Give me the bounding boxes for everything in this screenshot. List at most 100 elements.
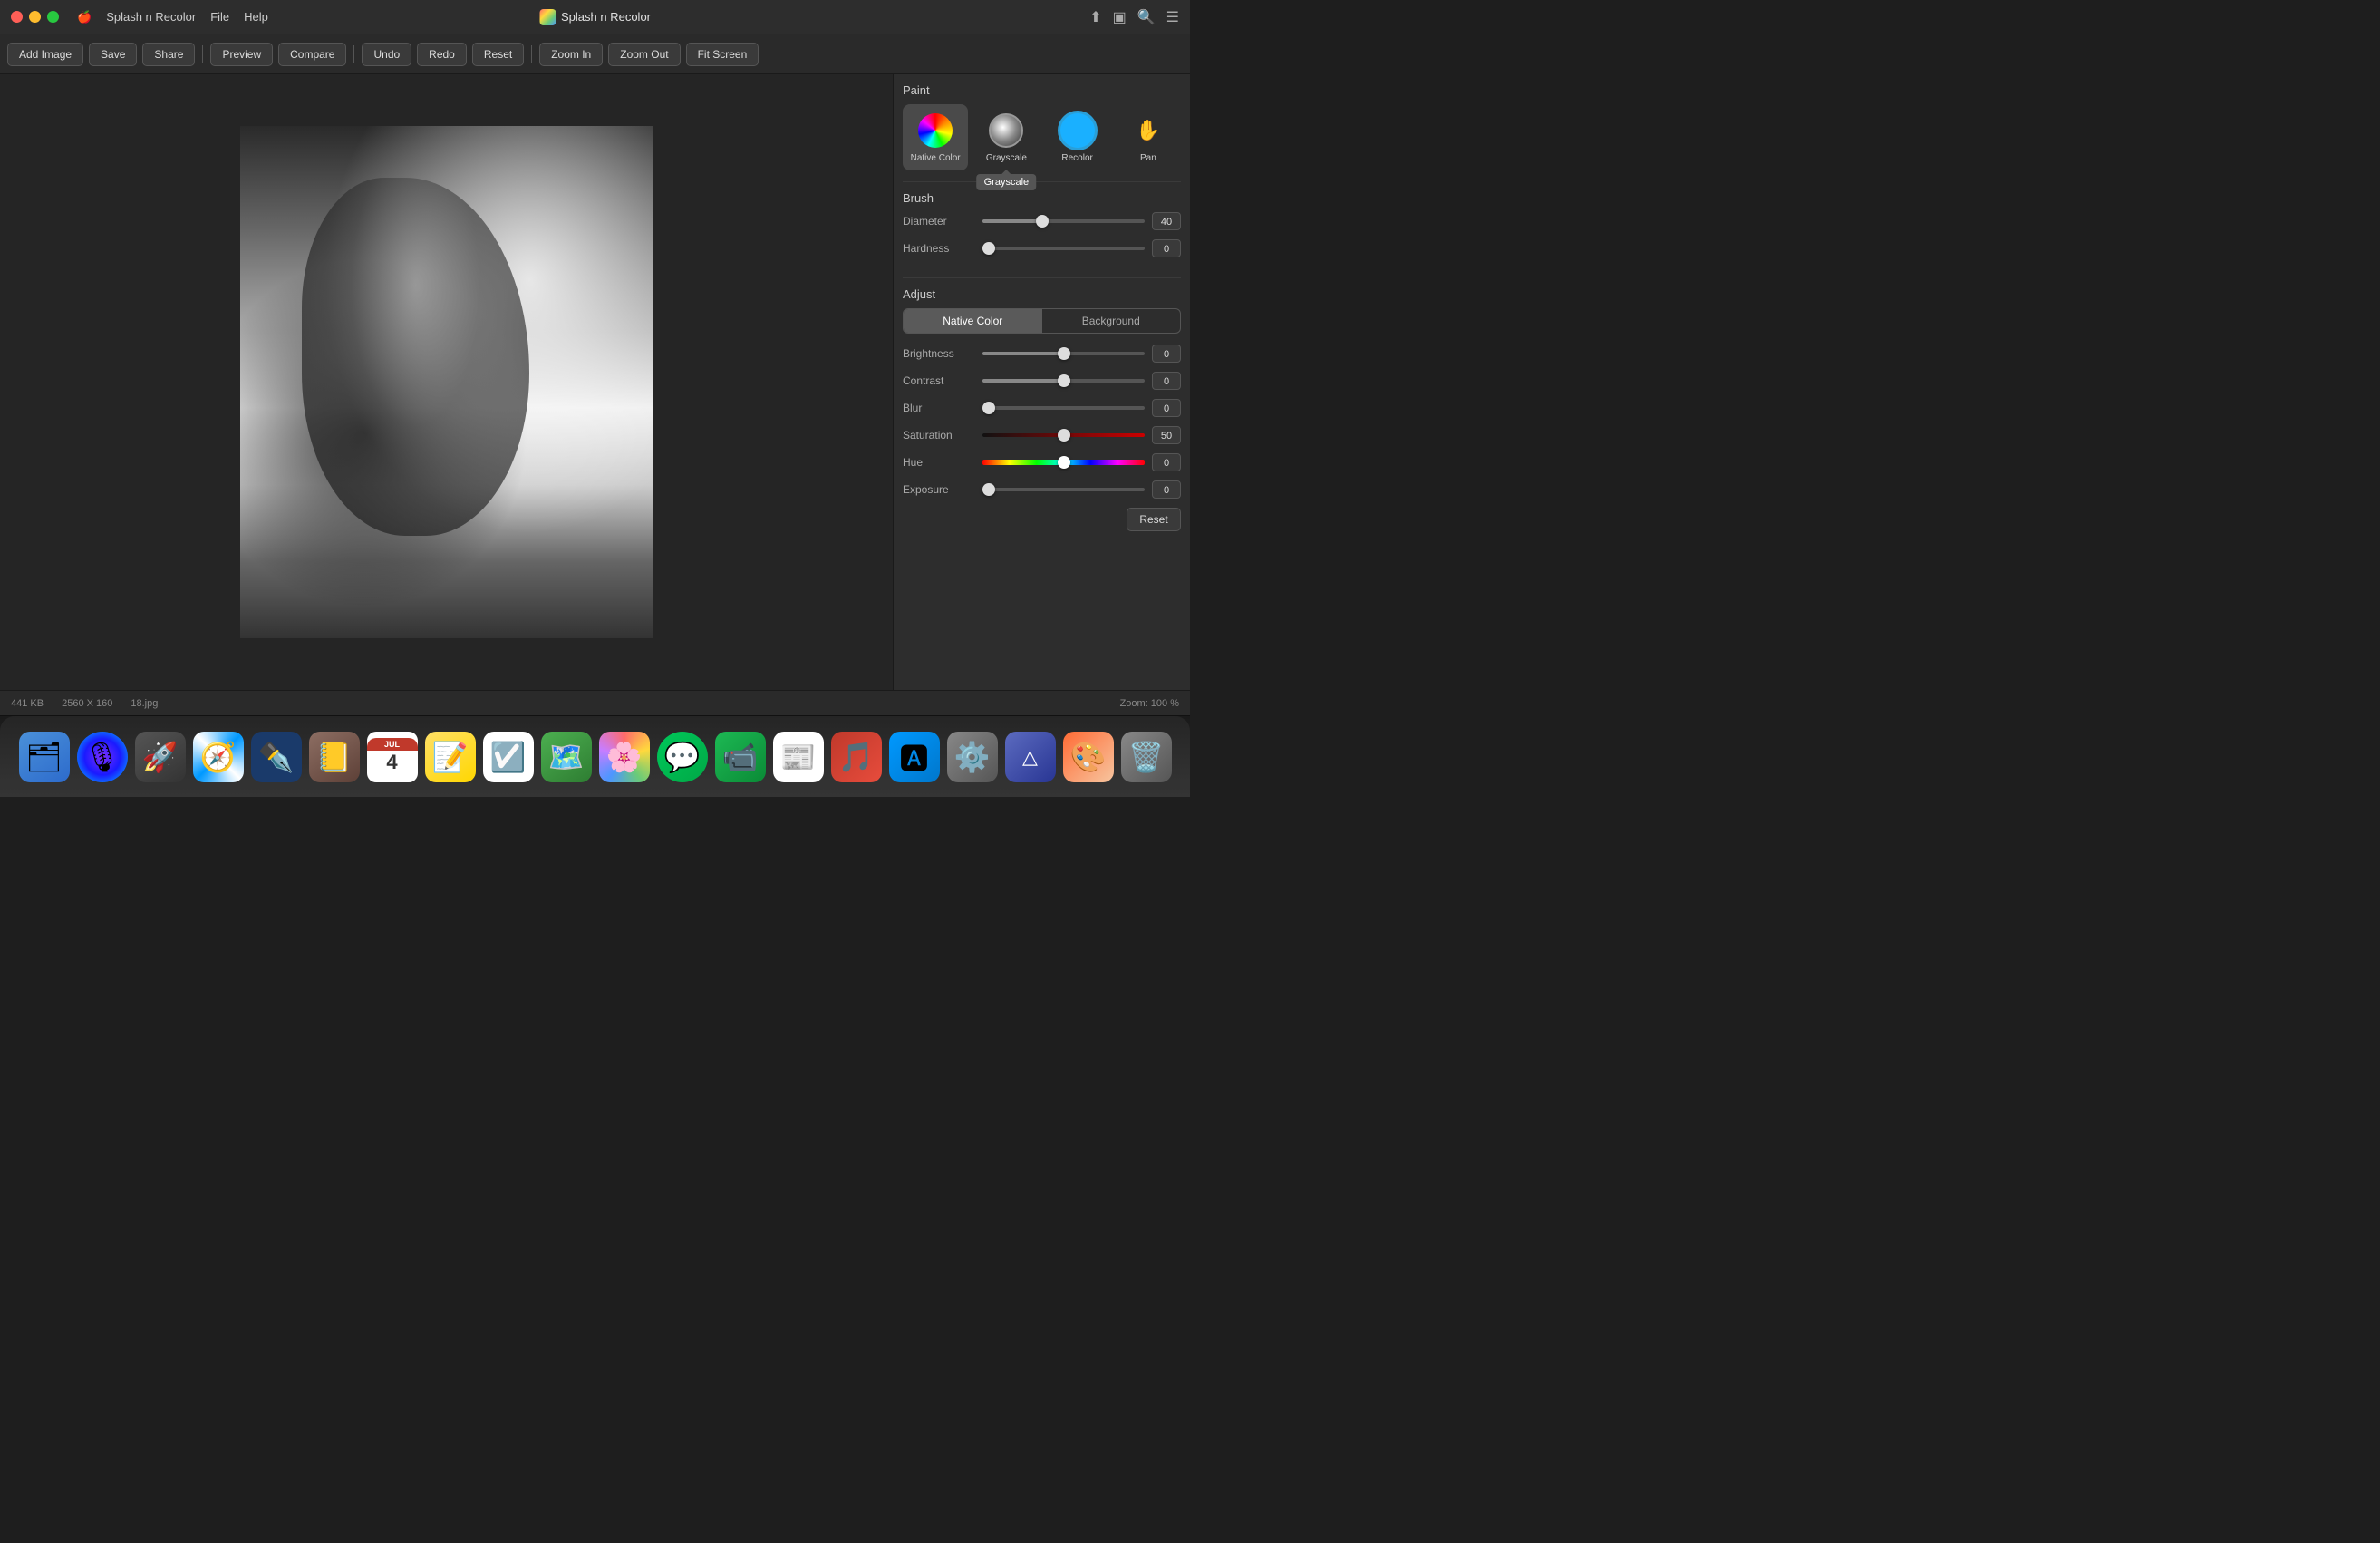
- display-icon[interactable]: ▣: [1113, 8, 1127, 26]
- dock-news[interactable]: 📰: [773, 732, 824, 782]
- hardness-value: 0: [1152, 239, 1181, 257]
- native-color-toggle[interactable]: Native Color: [904, 309, 1042, 333]
- blur-label: Blur: [903, 402, 975, 414]
- canvas-area[interactable]: [0, 74, 893, 690]
- contrast-label: Contrast: [903, 374, 975, 387]
- hardness-thumb[interactable]: [982, 242, 995, 255]
- contrast-fill: [982, 379, 1064, 383]
- share-button[interactable]: Share: [142, 43, 195, 66]
- dock-trash[interactable]: 🗑️: [1121, 732, 1172, 782]
- dock-splash[interactable]: 🎨: [1063, 732, 1114, 782]
- adjust-toggle: Native Color Background: [903, 308, 1181, 334]
- saturation-thumb[interactable]: [1058, 429, 1070, 442]
- background-toggle[interactable]: Background: [1042, 309, 1181, 333]
- blur-slider[interactable]: [982, 406, 1145, 410]
- dock-finder[interactable]: 🗂: [19, 732, 70, 782]
- exposure-value: 0: [1152, 480, 1181, 499]
- dock-safari[interactable]: 🧭: [193, 732, 244, 782]
- save-button[interactable]: Save: [89, 43, 137, 66]
- brightness-thumb[interactable]: [1058, 347, 1070, 360]
- dock-notes[interactable]: 📝: [425, 732, 476, 782]
- dock-music[interactable]: 🎵: [831, 732, 882, 782]
- minimize-button[interactable]: [29, 11, 41, 23]
- saturation-label: Saturation: [903, 429, 975, 442]
- dock-contacts[interactable]: 📒: [309, 732, 360, 782]
- share-icon[interactable]: ⬆: [1089, 8, 1101, 26]
- diameter-thumb[interactable]: [1036, 215, 1049, 228]
- pan-label: Pan: [1140, 153, 1156, 163]
- exposure-slider[interactable]: [982, 488, 1145, 491]
- zoom-in-button[interactable]: Zoom In: [539, 43, 603, 66]
- file-menu[interactable]: File: [210, 10, 229, 24]
- hue-value: 0: [1152, 453, 1181, 471]
- window-title: Splash n Recolor: [539, 9, 651, 25]
- compare-button[interactable]: Compare: [278, 43, 346, 66]
- blur-thumb[interactable]: [982, 402, 995, 414]
- app-menu[interactable]: Splash n Recolor: [106, 10, 196, 24]
- diameter-row: Diameter 40: [903, 212, 1181, 230]
- undo-button[interactable]: Undo: [362, 43, 411, 66]
- adjust-section-title: Adjust: [903, 287, 1181, 301]
- saturation-row: Saturation 50: [903, 426, 1181, 444]
- zoom-level: Zoom: 100 %: [1120, 698, 1179, 709]
- hardness-slider[interactable]: [982, 247, 1145, 250]
- dock-calendar[interactable]: JUL4: [367, 732, 418, 782]
- preview-button[interactable]: Preview: [210, 43, 273, 66]
- reset-button[interactable]: Reset: [472, 43, 524, 66]
- dock-rocket[interactable]: 🚀: [135, 732, 186, 782]
- close-button[interactable]: [11, 11, 23, 23]
- contrast-thumb[interactable]: [1058, 374, 1070, 387]
- help-menu[interactable]: Help: [244, 10, 268, 24]
- menu-icon[interactable]: ☰: [1166, 8, 1179, 26]
- contrast-slider[interactable]: [982, 379, 1145, 383]
- main-layout: Paint Native Color Grayscale Grayscale: [0, 74, 1190, 690]
- adjust-reset-button[interactable]: Reset: [1127, 508, 1181, 531]
- saturation-slider[interactable]: [982, 433, 1145, 437]
- dock-maps[interactable]: 🗺️: [541, 732, 592, 782]
- zoom-out-button[interactable]: Zoom Out: [608, 43, 680, 66]
- blur-row: Blur 0: [903, 399, 1181, 417]
- grayscale-tool[interactable]: Grayscale Grayscale: [973, 104, 1039, 170]
- hardness-row: Hardness 0: [903, 239, 1181, 257]
- dock-facetime[interactable]: 📹: [715, 732, 766, 782]
- toolbar: Add Image Save Share Preview Compare Und…: [0, 34, 1190, 74]
- title-bar-controls: ⬆ ▣ 🔍 ☰: [1089, 8, 1179, 26]
- diameter-value: 40: [1152, 212, 1181, 230]
- diameter-label: Diameter: [903, 215, 975, 228]
- search-icon[interactable]: 🔍: [1137, 8, 1156, 26]
- recolor-icon: [1059, 112, 1097, 150]
- dock-messages[interactable]: 💬: [657, 732, 708, 782]
- exposure-thumb[interactable]: [982, 483, 995, 496]
- native-color-label: Native Color: [911, 153, 961, 163]
- app-icon: [539, 9, 556, 25]
- pan-tool[interactable]: ✋ Pan: [1116, 104, 1181, 170]
- brightness-slider[interactable]: [982, 352, 1145, 355]
- redo-button[interactable]: Redo: [417, 43, 467, 66]
- dock-pixelmator[interactable]: ✒️: [251, 732, 302, 782]
- recolor-tool[interactable]: Recolor: [1045, 104, 1110, 170]
- hue-slider[interactable]: [982, 460, 1145, 465]
- hue-thumb[interactable]: [1058, 456, 1070, 469]
- grayscale-icon: [987, 112, 1025, 150]
- dock-appstore[interactable]: 🅰: [889, 732, 940, 782]
- dock-reminders[interactable]: ☑️: [483, 732, 534, 782]
- canvas-image[interactable]: [240, 126, 653, 638]
- exposure-label: Exposure: [903, 483, 975, 496]
- native-color-tool[interactable]: Native Color: [903, 104, 968, 170]
- contrast-row: Contrast 0: [903, 372, 1181, 390]
- add-image-button[interactable]: Add Image: [7, 43, 83, 66]
- dock-prefs[interactable]: ⚙️: [947, 732, 998, 782]
- fit-screen-button[interactable]: Fit Screen: [686, 43, 759, 66]
- paint-section-title: Paint: [903, 83, 1181, 97]
- dock-siri[interactable]: 🎙: [77, 732, 128, 782]
- apple-menu[interactable]: 🍎: [77, 10, 92, 24]
- dock-photos[interactable]: 🌸: [599, 732, 650, 782]
- paint-section: Paint Native Color Grayscale Grayscale: [903, 83, 1181, 170]
- title-bar: 🍎 Splash n Recolor File Help Splash n Re…: [0, 0, 1190, 34]
- diameter-slider[interactable]: [982, 219, 1145, 223]
- maximize-button[interactable]: [47, 11, 59, 23]
- paint-tools: Native Color Grayscale Grayscale Recolor: [903, 104, 1181, 170]
- menu-bar: 🍎 Splash n Recolor File Help: [77, 10, 268, 24]
- recolor-label: Recolor: [1061, 153, 1092, 163]
- dock-altair[interactable]: △: [1005, 732, 1056, 782]
